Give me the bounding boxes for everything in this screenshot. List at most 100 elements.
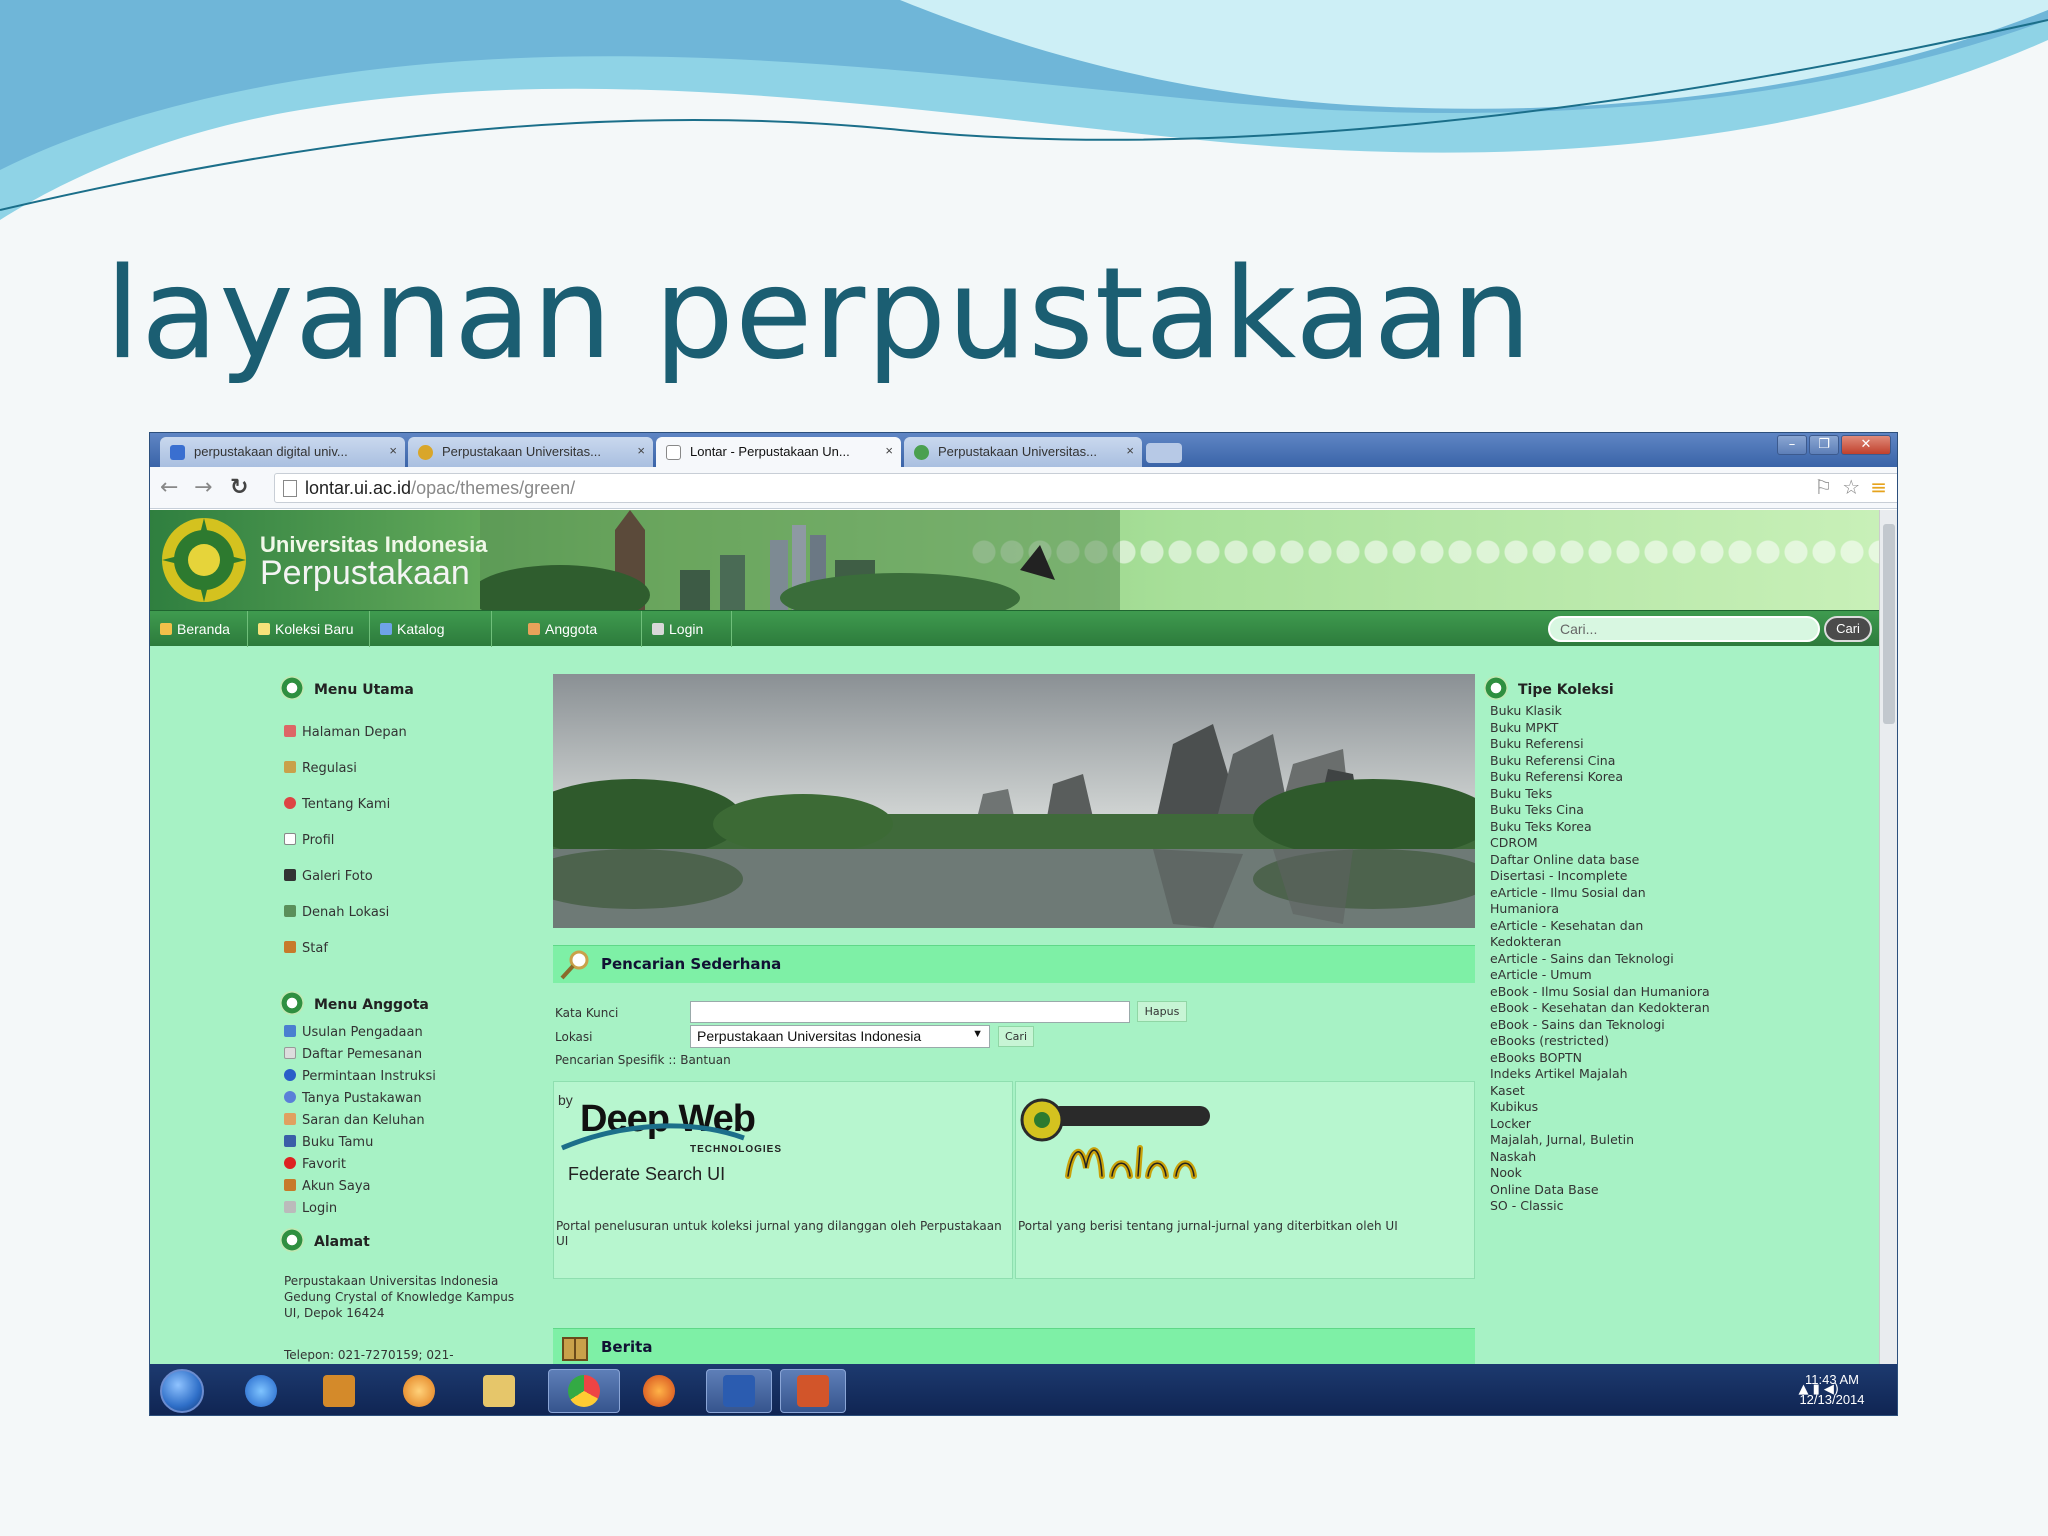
collection-type-item[interactable]: Buku Klasik [1490, 703, 1710, 720]
collection-type-item[interactable]: Buku Referensi [1490, 736, 1710, 753]
collection-type-item[interactable]: Kaset [1490, 1083, 1710, 1100]
browser-tab-3[interactable]: Lontar - Perpustakaan Un... × [656, 437, 901, 467]
scrollbar-thumb[interactable] [1883, 524, 1895, 724]
collection-type-item[interactable]: Buku Teks [1490, 786, 1710, 803]
collection-type-item[interactable]: Buku Referensi Korea [1490, 769, 1710, 786]
taskbar-media[interactable] [308, 1369, 370, 1413]
address-bar[interactable]: lontar.ui.ac.id/opac/themes/green/ [274, 473, 1897, 503]
page-scrollbar[interactable] [1879, 510, 1897, 1364]
browser-tab-1[interactable]: perpustakaan digital univ... × [160, 437, 405, 467]
menu-item-denah-lokasi[interactable]: Denah Lokasi [284, 895, 407, 931]
collection-type-item[interactable]: CDROM [1490, 835, 1710, 852]
home-icon [284, 725, 296, 737]
map-icon [284, 905, 296, 917]
menu-item-galeri-foto[interactable]: Galeri Foto [284, 859, 407, 895]
site-search-input[interactable]: Cari... [1548, 616, 1820, 642]
collection-type-item[interactable]: eArticle - Ilmu Sosial dan Humaniora [1490, 885, 1710, 918]
collection-type-item[interactable]: eArticle - Sains dan Teknologi [1490, 951, 1710, 968]
translate-icon[interactable]: ⚐ [1814, 475, 1832, 499]
page-icon [283, 480, 297, 497]
collection-type-item[interactable]: eArticle - Umum [1490, 967, 1710, 984]
nav-item-beranda[interactable]: Beranda [150, 611, 248, 647]
collection-type-item[interactable]: eArticle - Kesehatan dan Kedokteran [1490, 918, 1710, 951]
collection-type-item[interactable]: Disertasi - Incomplete [1490, 868, 1710, 885]
menu-icon[interactable]: ≡ [1870, 475, 1887, 499]
collection-type-item[interactable]: Kubikus [1490, 1099, 1710, 1116]
menu-item-usulan-pengadaan[interactable]: Usulan Pengadaan [284, 1022, 436, 1044]
collection-type-item[interactable]: eBooks BOPTN [1490, 1050, 1710, 1067]
city-skyline-graphic [480, 510, 1120, 610]
menu-item-regulasi[interactable]: Regulasi [284, 751, 407, 787]
nav-item-koleksi-baru[interactable]: Koleksi Baru [248, 611, 370, 647]
reload-icon[interactable]: ↻ [230, 475, 248, 500]
taskbar-powerpoint[interactable] [780, 1369, 846, 1413]
menu-item-saran-dan-keluhan[interactable]: Saran dan Keluhan [284, 1110, 436, 1132]
panel-title: Berita [601, 1338, 653, 1356]
tab-close-icon[interactable]: × [885, 443, 893, 458]
search-links[interactable]: Pencarian Spesifik :: Bantuan [555, 1053, 731, 1067]
windows-taskbar: ▲ ▮ ◀) 11:43 AM 12/13/2014 [150, 1364, 1897, 1415]
tab-close-icon[interactable]: × [637, 443, 645, 458]
taskbar-word[interactable] [706, 1369, 772, 1413]
menu-item-akun-saya[interactable]: Akun Saya [284, 1176, 436, 1198]
taskbar-orb-app[interactable] [388, 1369, 450, 1413]
collection-type-item[interactable]: Majalah, Jurnal, Buletin [1490, 1132, 1710, 1149]
collection-type-item[interactable]: eBook - Kesehatan dan Kedokteran [1490, 1000, 1710, 1017]
collection-type-item[interactable]: Buku Teks Cina [1490, 802, 1710, 819]
taskbar-ie[interactable] [230, 1369, 292, 1413]
restore-icon[interactable]: ❐ [1809, 435, 1839, 455]
site-search-button[interactable]: Cari [1824, 616, 1872, 642]
collection-type-item[interactable]: eBook - Ilmu Sosial dan Humaniora [1490, 984, 1710, 1001]
collection-type-item[interactable]: Daftar Online data base [1490, 852, 1710, 869]
new-tab-button[interactable] [1146, 443, 1182, 463]
start-button[interactable] [160, 1369, 204, 1413]
forward-icon[interactable]: → [194, 475, 212, 500]
collection-type-item[interactable]: eBook - Sains dan Teknologi [1490, 1017, 1710, 1034]
collection-type-item[interactable]: Indeks Artikel Majalah [1490, 1066, 1710, 1083]
collection-type-item[interactable]: Naskah [1490, 1149, 1710, 1166]
collection-type-item[interactable]: Nook [1490, 1165, 1710, 1182]
makara-journal-logo [1020, 1098, 1210, 1179]
collection-type-item[interactable]: Buku Referensi Cina [1490, 753, 1710, 770]
menu-item-login[interactable]: Login [284, 1198, 436, 1220]
keyword-input[interactable] [690, 1001, 1130, 1023]
collection-type-item[interactable]: Buku Teks Korea [1490, 819, 1710, 836]
taskbar-firefox[interactable] [628, 1369, 690, 1413]
collection-type-item[interactable]: Online Data Base [1490, 1182, 1710, 1199]
menu-item-tentang-kami[interactable]: Tentang Kami [284, 787, 407, 823]
menu-item-halaman-depan[interactable]: Halaman Depan [284, 715, 407, 751]
word-icon [723, 1375, 755, 1407]
collection-type-item[interactable]: Buku MPKT [1490, 720, 1710, 737]
nav-item-katalog[interactable]: Katalog [370, 611, 492, 647]
menu-item-buku-tamu[interactable]: Buku Tamu [284, 1132, 436, 1154]
nav-item-login[interactable]: Login [642, 611, 732, 647]
location-select[interactable]: Perpustakaan Universitas Indonesia ▼ [690, 1025, 990, 1048]
window-controls: – ❐ ✕ [1775, 435, 1891, 457]
browser-tab-4[interactable]: Perpustakaan Universitas... × [904, 437, 1142, 467]
collection-type-item[interactable]: eBooks (restricted) [1490, 1033, 1710, 1050]
collection-type-item[interactable]: Locker [1490, 1116, 1710, 1133]
menu-item-staf[interactable]: Staf [284, 931, 407, 967]
magnifier-icon [560, 950, 589, 980]
menu-item-permintaan-instruksi[interactable]: Permintaan Instruksi [284, 1066, 436, 1088]
tab-close-icon[interactable]: × [389, 443, 397, 458]
menu-item-daftar-pemesanan[interactable]: Daftar Pemesanan [284, 1044, 436, 1066]
tab-close-icon[interactable]: × [1126, 443, 1134, 458]
menu-item-favorit[interactable]: Favorit [284, 1154, 436, 1176]
hapus-button[interactable]: Hapus [1137, 1001, 1187, 1022]
back-icon[interactable]: ← [160, 475, 178, 500]
browser-tab-2[interactable]: Perpustakaan Universitas... × [408, 437, 653, 467]
nav-item-anggota[interactable]: Anggota [518, 611, 642, 647]
minimize-icon[interactable]: – [1777, 435, 1807, 455]
cari-button[interactable]: Cari [998, 1026, 1034, 1047]
nav-label: Login [669, 621, 704, 637]
tab-label: Lontar - Perpustakaan Un... [690, 444, 850, 459]
collection-type-item[interactable]: SO - Classic [1490, 1198, 1710, 1215]
menu-item-profil[interactable]: Profil [284, 823, 407, 859]
taskbar-explorer[interactable] [468, 1369, 530, 1413]
taskbar-clock[interactable]: 11:43 AM 12/13/2014 [1787, 1370, 1877, 1410]
close-window-icon[interactable]: ✕ [1841, 435, 1891, 455]
menu-item-tanya-pustakawan[interactable]: Tanya Pustakawan [284, 1088, 436, 1110]
bookmark-star-icon[interactable]: ☆ [1842, 475, 1860, 499]
taskbar-chrome[interactable] [548, 1369, 620, 1413]
